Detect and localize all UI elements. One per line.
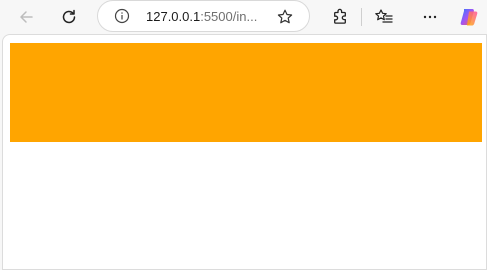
star-icon[interactable]	[276, 8, 294, 26]
address-url[interactable]: 127.0.0.1:5500/in...	[146, 9, 257, 25]
page-viewport	[2, 34, 487, 270]
refresh-icon[interactable]	[55, 3, 83, 31]
puzzle-icon[interactable]	[326, 3, 354, 31]
info-icon[interactable]	[114, 8, 130, 24]
favorites-list-icon[interactable]	[370, 3, 398, 31]
address-host: 127.0.0.1	[146, 9, 201, 24]
orange-box	[10, 43, 482, 142]
more-dots-icon[interactable]	[416, 3, 444, 31]
copilot-icon[interactable]	[455, 3, 483, 31]
address-path: :5500/in...	[200, 9, 258, 24]
address-bar[interactable]: 127.0.0.1:5500/in...	[97, 0, 310, 32]
browser-toolbar: 127.0.0.1:5500/in...	[0, 0, 487, 34]
back-arrow-icon[interactable]	[12, 3, 40, 31]
toolbar-divider	[361, 8, 362, 26]
